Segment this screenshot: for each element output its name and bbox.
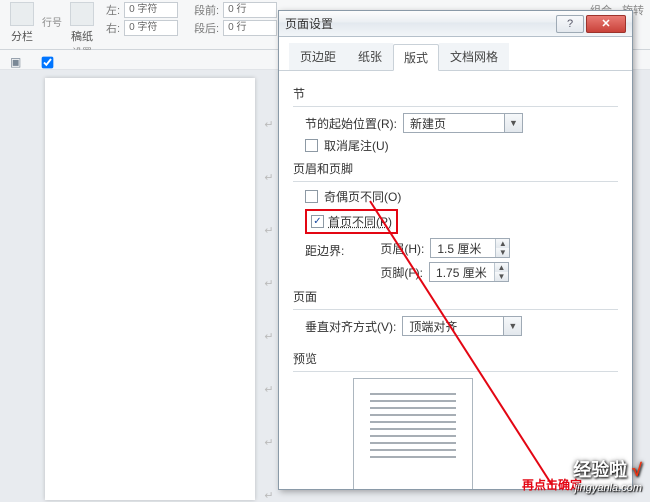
paragraph-indent-group: 左:0 字符 右:0 字符 [106,2,178,36]
tab-paper[interactable]: 纸张 [347,43,393,70]
manuscript-icon [70,2,94,26]
header-distance-spinner[interactable]: 1.5 厘米 ▲▼ [430,238,510,258]
different-first-page-checkbox[interactable] [311,215,324,228]
different-odd-even-checkbox[interactable] [305,190,318,203]
footer-distance-spinner[interactable]: 1.75 厘米 ▲▼ [429,262,509,282]
section-start-select[interactable]: 新建页 ▼ [403,113,523,133]
ribbon-line-numbers[interactable]: 行号 [42,2,62,29]
section-title-jie: 节 [293,85,618,102]
footer-distance-label: 页脚(F): [380,264,423,281]
document-canvas[interactable] [45,78,255,500]
section-title-page: 页面 [293,288,618,305]
spinner-down-icon[interactable]: ▼ [495,272,508,281]
check-icon: √ [632,460,642,480]
section-start-label: 节的起始位置(R): [305,115,397,132]
ruler-checkbox[interactable] [42,56,54,68]
suppress-endnotes-checkbox[interactable] [305,139,318,152]
different-odd-even-label: 奇偶页不同(O) [324,188,401,205]
close-button[interactable]: ✕ [586,15,626,33]
section-title-headerfooter: 页眉和页脚 [293,160,618,177]
bookmark-icon: ▣ [10,55,21,69]
columns-icon [10,2,34,26]
help-button[interactable]: ? [556,15,584,33]
dialog-titlebar[interactable]: 页面设置 ? ✕ [279,11,632,37]
tab-docgrid[interactable]: 文档网格 [439,43,509,70]
tab-layout[interactable]: 版式 [393,44,439,71]
indent-right-field[interactable]: 0 字符 [124,20,178,36]
vertical-align-label: 垂直对齐方式(V): [305,318,396,335]
from-edge-label: 距边界: [305,242,344,259]
header-distance-label: 页眉(H): [380,240,424,257]
page-preview [353,378,473,489]
spinner-down-icon[interactable]: ▼ [496,248,509,257]
spinner-up-icon[interactable]: ▲ [496,239,509,248]
ribbon-columns[interactable]: 分栏 [10,2,34,44]
suppress-endnotes-label: 取消尾注(U) [324,137,389,154]
vertical-align-select[interactable]: 顶端对齐 ▼ [402,316,522,336]
chevron-down-icon[interactable]: ▼ [504,114,522,132]
first-page-different-highlight: 首页不同(P) [305,209,398,234]
spacing-before-label: 段前: [194,2,219,18]
page-setup-dialog: 页面设置 ? ✕ 页边距 纸张 版式 文档网格 节 节的起始位置(R): 新建页… [278,10,633,490]
dialog-title: 页面设置 [285,15,333,32]
different-first-page-label: 首页不同(P) [328,213,392,230]
paragraph-spacing-group: 段前:0 行 段后:0 行 [194,2,277,36]
indent-right-label: 右: [106,20,120,36]
ruler-checkboxes: ▣ [10,55,54,69]
annotation-text: 再点击确定 [522,476,582,493]
paragraph-marks: ↵↵↵↵↵↵↵↵ [260,78,278,500]
dialog-tabs: 页边距 纸张 版式 文档网格 [279,37,632,71]
dialog-body: 节 节的起始位置(R): 新建页 ▼ 取消尾注(U) 页眉和页脚 奇偶页不同(O… [279,71,632,489]
section-title-preview: 预览 [293,350,618,367]
indent-left-field[interactable]: 0 字符 [124,2,178,18]
indent-left-label: 左: [106,2,120,18]
spacing-after-field[interactable]: 0 行 [223,20,277,36]
chevron-down-icon[interactable]: ▼ [503,317,521,335]
spacing-after-label: 段后: [194,20,219,36]
tab-margins[interactable]: 页边距 [289,43,347,70]
spacing-before-field[interactable]: 0 行 [223,2,277,18]
spinner-up-icon[interactable]: ▲ [495,263,508,272]
